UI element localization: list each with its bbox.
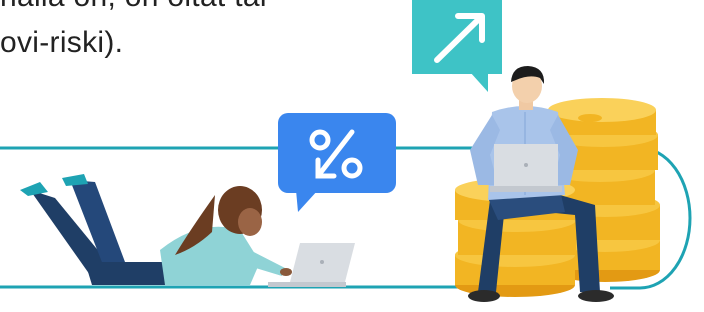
growth-bubble: [412, 0, 502, 92]
percent-bubble: [278, 113, 396, 212]
illustration: [0, 0, 692, 302]
